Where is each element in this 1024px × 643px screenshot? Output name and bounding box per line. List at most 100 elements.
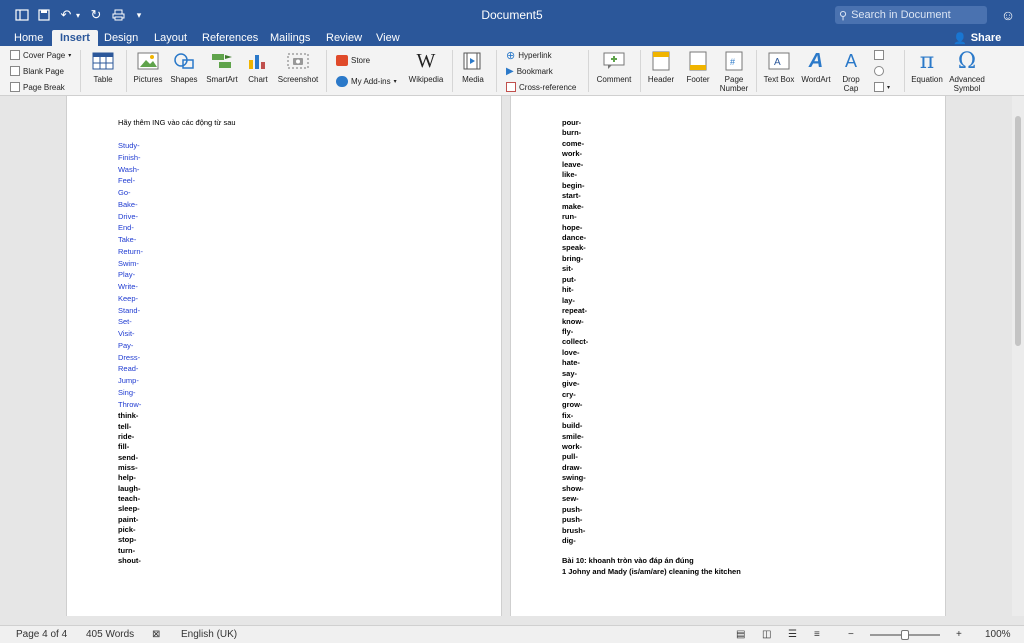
media-label: Media	[462, 75, 484, 84]
share-button[interactable]: 👤 Share	[953, 30, 1001, 46]
text-box-icon: A	[767, 50, 791, 72]
account-icon[interactable]: ☺	[996, 5, 1020, 25]
draft-view-icon[interactable]: ≡	[814, 629, 820, 640]
equation-label: Equation	[911, 75, 943, 84]
page-count[interactable]: Page 4 of 4	[16, 629, 67, 640]
vertical-scrollbar[interactable]	[1012, 96, 1024, 616]
verb-item: come-	[562, 138, 585, 148]
title-bar: ↶ ▾ ↻ ▾ Document5 ⚲ Search in Document ☺	[0, 0, 1024, 30]
print-icon[interactable]	[110, 6, 126, 24]
footer-label: Footer	[686, 75, 710, 84]
redo-icon[interactable]: ↻	[88, 6, 104, 24]
scrollbar-thumb[interactable]	[1015, 116, 1021, 346]
pictures-icon	[136, 50, 160, 72]
document-canvas[interactable]: Hãy thêm ING vào các động từ sau Study- Fi…	[0, 96, 1024, 616]
table-button[interactable]: Table	[88, 50, 118, 84]
footer-icon	[686, 50, 710, 72]
zoom-slider[interactable]	[870, 630, 940, 640]
print-layout-icon[interactable]: ▤	[736, 629, 745, 640]
outline-view-icon[interactable]: ☰	[788, 629, 797, 640]
object-button[interactable]: ▾	[874, 80, 890, 94]
zoom-level[interactable]: 100%	[985, 629, 1011, 640]
page-number-icon: #	[722, 50, 746, 72]
tab-home[interactable]: Home	[6, 30, 51, 46]
store-button[interactable]: Store	[336, 53, 370, 67]
date-time-button[interactable]	[874, 64, 884, 78]
blank-page-button[interactable]: Blank Page	[10, 64, 64, 78]
page-number-button[interactable]: # Page Number	[716, 50, 752, 93]
customize-toolbar-icon[interactable]: ▾	[134, 6, 144, 24]
sidebar-toggle-icon[interactable]	[14, 6, 30, 24]
document-page-left[interactable]: Hãy thêm ING vào các động từ sau Study- Fi…	[66, 96, 502, 616]
header-button[interactable]: Header	[644, 50, 678, 84]
verb-item: make-	[562, 201, 584, 211]
verb-item: ride-	[118, 431, 135, 441]
tab-design[interactable]: Design	[96, 30, 146, 46]
verb-item: Feel-	[118, 176, 136, 186]
cover-page-button[interactable]: Cover Page ▾	[10, 48, 71, 62]
proofing-icon[interactable]: ⊠	[152, 629, 160, 640]
verb-item: pull-	[562, 452, 578, 462]
verb-item: sit-	[562, 264, 574, 274]
advanced-symbol-button[interactable]: Ω Advanced Symbol	[946, 50, 988, 93]
undo-icon[interactable]: ↶	[58, 6, 74, 24]
wikipedia-button[interactable]: W Wikipedia	[406, 50, 446, 85]
blank-page-icon	[10, 66, 20, 76]
zoom-out-button[interactable]: −	[848, 629, 854, 640]
my-addins-button[interactable]: My Add-ins ▾	[336, 74, 397, 88]
ribbon-divider	[588, 50, 589, 92]
pictures-button[interactable]: Pictures	[132, 50, 164, 84]
page-break-button[interactable]: Page Break	[10, 80, 65, 94]
zoom-slider-handle[interactable]	[901, 630, 909, 640]
word-count[interactable]: 405 Words	[86, 629, 134, 640]
web-layout-icon[interactable]: ◫	[762, 629, 771, 640]
verb-item: put-	[562, 274, 577, 284]
verb-item: Pay-	[118, 340, 134, 350]
store-icon	[336, 54, 348, 66]
cover-page-label: Cover Page	[23, 50, 66, 60]
tab-view[interactable]: View	[368, 30, 408, 46]
document-page-right[interactable]: pour-burn-come-work-leave-like-begin-sta…	[510, 96, 946, 616]
verb-item: think-	[118, 411, 139, 421]
verb-item: brush-	[562, 525, 586, 535]
tab-references[interactable]: References	[194, 30, 266, 46]
media-button[interactable]: Media	[458, 50, 488, 84]
smartart-label: SmartArt	[206, 75, 238, 84]
tab-insert[interactable]: Insert	[52, 30, 98, 46]
hyperlink-button[interactable]: ⊕ Hyperlink	[506, 48, 552, 62]
verb-item: begin-	[562, 180, 585, 190]
verb-item: build-	[562, 421, 583, 431]
undo-dropdown-icon[interactable]: ▾	[74, 6, 82, 24]
verb-item: fix-	[562, 410, 574, 420]
screenshot-button[interactable]: Screenshot	[276, 50, 320, 84]
equation-button[interactable]: π Equation	[908, 50, 946, 84]
comment-button[interactable]: Comment	[594, 50, 634, 84]
blank-page-label: Blank Page	[23, 66, 64, 76]
zoom-in-button[interactable]: +	[956, 629, 962, 640]
verb-item: work-	[562, 441, 583, 451]
drop-cap-button[interactable]: A Drop Cap	[836, 50, 866, 94]
tab-layout[interactable]: Layout	[146, 30, 195, 46]
shapes-button[interactable]: Shapes	[168, 50, 200, 84]
wordart-button[interactable]: A WordArt	[798, 50, 834, 85]
bookmark-button[interactable]: ▶ Bookmark	[506, 64, 553, 78]
footer-button[interactable]: Footer	[682, 50, 714, 84]
language-indicator[interactable]: English (UK)	[181, 629, 237, 640]
verb-item: send-	[118, 452, 139, 462]
tab-mailings[interactable]: Mailings	[262, 30, 318, 46]
save-icon[interactable]	[36, 6, 52, 24]
cross-reference-button[interactable]: Cross-reference	[506, 80, 576, 94]
verb-item: know-	[562, 316, 584, 326]
drop-cap-label-2: Cap	[843, 84, 859, 93]
text-box-button[interactable]: A Text Box	[760, 50, 798, 84]
tab-review[interactable]: Review	[318, 30, 370, 46]
signature-line-button[interactable]	[874, 48, 884, 62]
page-number-label-2: Number	[719, 84, 749, 93]
chart-button[interactable]: Chart	[244, 50, 272, 84]
ribbon-divider	[756, 50, 757, 92]
smartart-button[interactable]: SmartArt	[204, 50, 240, 84]
verb-item: Read-	[118, 364, 139, 374]
verb-item: run-	[562, 212, 577, 222]
header-icon	[649, 50, 673, 72]
search-input[interactable]: ⚲ Search in Document	[835, 6, 987, 24]
